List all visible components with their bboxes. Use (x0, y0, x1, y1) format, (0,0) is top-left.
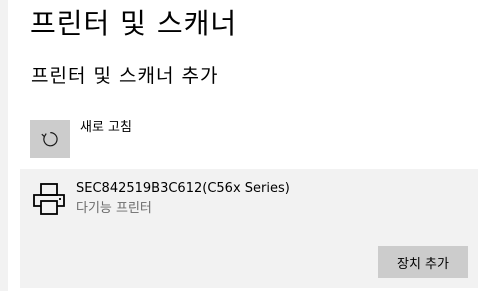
refresh-label[interactable]: 새로 고침 (80, 118, 132, 138)
refresh-button[interactable] (30, 120, 70, 158)
add-device-button[interactable]: 장치 추가 (378, 246, 468, 278)
section-title: 프린터 및 스캐너 추가 (31, 65, 219, 87)
device-name: SEC842519B3C612(C56x Series) (76, 181, 290, 196)
page-title: 프린터 및 스캐너 (30, 7, 238, 40)
refresh-icon (41, 131, 58, 147)
device-item[interactable]: SEC842519B3C612(C56x Series) 다기능 프린터 장치 … (20, 169, 478, 288)
printer-icon (33, 183, 65, 215)
device-type: 다기능 프린터 (76, 201, 152, 216)
left-edge-strip (0, 0, 8, 291)
